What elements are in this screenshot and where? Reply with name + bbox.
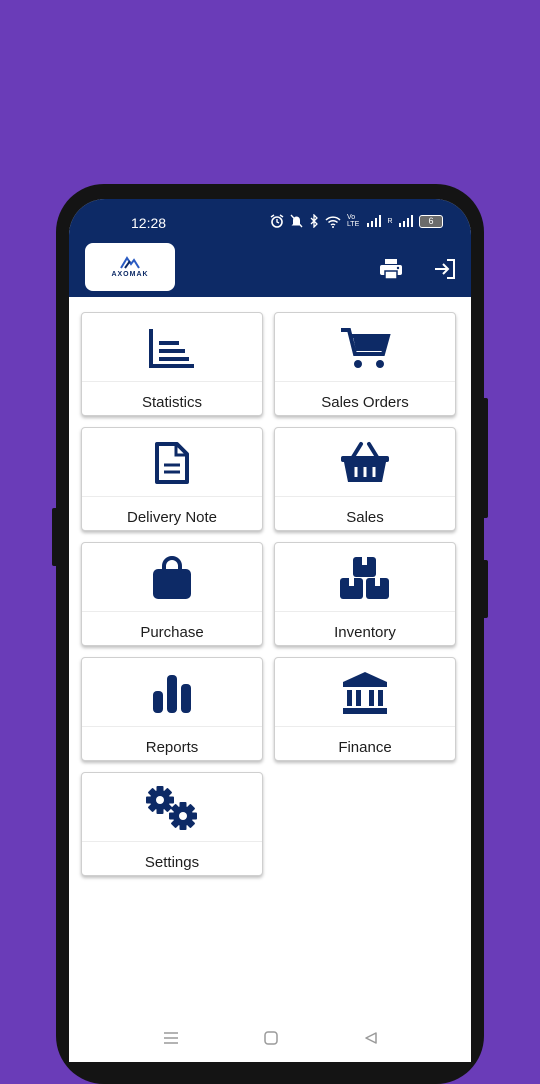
tile-label: Sales Orders [321,394,409,411]
tile-label: Finance [338,739,392,756]
bar-chart-icon [153,675,191,713]
logout-icon [435,259,455,279]
logo-mark-icon [120,256,140,269]
print-button[interactable] [377,255,405,283]
logout-button[interactable] [431,255,459,283]
power-button [482,398,488,518]
shopping-bag-icon [153,556,191,599]
tile-sales-orders[interactable]: Sales Orders [274,312,456,416]
bank-icon [343,672,387,714]
tile-inventory[interactable]: Inventory [274,542,456,646]
tile-label: Statistics [141,394,202,411]
app-bar: 12:28 Vo LTE R 6 AXOMAK [69,199,471,297]
tile-finance[interactable]: Finance [274,657,456,761]
menu-icon [164,1032,178,1044]
carrier-label: Vo LTE [346,214,360,228]
cart-icon [341,328,391,368]
side-button [482,560,488,618]
tile-statistics[interactable]: Statistics [81,312,263,416]
logo-text: AXOMAK [111,271,149,278]
tile-label: Sales [346,509,384,526]
basket-icon [341,442,389,482]
tile-label: Settings [144,854,200,871]
recent-apps-button[interactable] [159,1026,183,1050]
volume-button [52,508,58,566]
tile-label: Reports [145,739,199,756]
chart-icon [149,329,194,368]
signal-icon [366,215,382,227]
wifi-icon [325,215,341,228]
signal2-icon [398,215,413,227]
app-screen: 12:28 Vo LTE R 6 AXOMAK Statistics Sales… [69,199,471,1062]
home-button[interactable] [259,1026,283,1050]
back-button[interactable] [359,1026,383,1050]
roaming-label: R [387,217,393,225]
mute-icon [290,214,303,228]
tile-purchase[interactable]: Purchase [81,542,263,646]
tile-label: Delivery Note [126,509,218,526]
status-time: 12:28 [131,215,167,231]
tile-label: Inventory [334,624,396,641]
alarm-icon [270,214,284,228]
tile-label: Purchase [140,624,204,641]
bluetooth-icon [310,214,318,228]
company-logo[interactable]: AXOMAK [85,243,175,291]
printer-icon [380,259,402,280]
tile-reports[interactable]: Reports [81,657,263,761]
battery-icon: 6 [419,214,443,228]
gears-icon [146,786,197,830]
home-square-icon [264,1031,278,1045]
tile-delivery-note[interactable]: Delivery Note [81,427,263,531]
boxes-icon [340,557,389,599]
tile-settings[interactable]: Settings [81,772,263,876]
back-triangle-icon [365,1032,377,1044]
document-icon [155,442,189,484]
status-icons: Vo LTE R 6 [270,214,443,228]
system-nav-bar [69,1012,471,1062]
tile-sales[interactable]: Sales [274,427,456,531]
